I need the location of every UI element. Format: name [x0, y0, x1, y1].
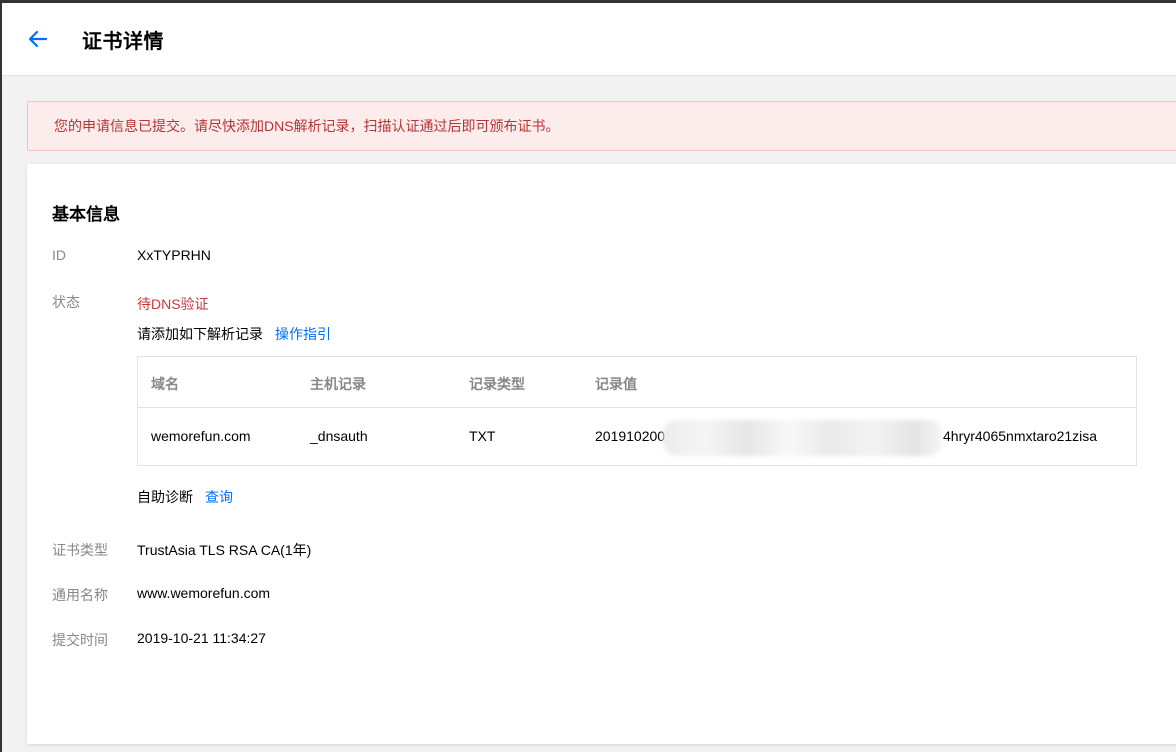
redaction-blur — [663, 420, 943, 456]
submitted-alert: 您的申请信息已提交。请尽快添加DNS解析记录，扫描认证通过后即可颁布证书。 — [27, 101, 1176, 151]
cell-value-prefix: 2019102001 — [595, 428, 673, 444]
col-domain: 域名 — [151, 376, 179, 392]
cert-type-value: TrustAsia TLS RSA CA(1年) — [137, 542, 312, 558]
self-diagnosis: 自助诊断 查询 — [137, 487, 233, 507]
section-title: 基本信息 — [52, 205, 120, 224]
cell-value-suffix: 4hryr4065nmxtaro21zisa — [943, 428, 1098, 444]
id-value: XxTYPRHN — [137, 247, 211, 263]
back-arrow-icon[interactable] — [26, 27, 50, 51]
cell-domain: wemorefun.com — [151, 428, 251, 444]
cell-type: TXT — [469, 428, 496, 444]
common-name-value: www.wemorefun.com — [137, 585, 271, 601]
col-value: 记录值 — [595, 376, 637, 392]
dns-hint-text: 请添加如下解析记录 — [137, 326, 263, 342]
page-title: 证书详情 — [82, 31, 164, 53]
status-value: 待DNS验证 — [137, 296, 209, 312]
submit-time-label: 提交时间 — [52, 632, 108, 648]
table-header: 域名 主机记录 记录类型 记录值 — [138, 357, 1136, 408]
window: 证书详情 您的申请信息已提交。请尽快添加DNS解析记录，扫描认证通过后即可颁布证… — [0, 0, 1176, 752]
id-label: ID — [52, 247, 66, 263]
cert-type-label: 证书类型 — [52, 542, 108, 558]
guide-link[interactable]: 操作指引 — [275, 326, 331, 342]
common-name-label: 通用名称 — [52, 587, 108, 603]
dns-hint: 请添加如下解析记录 操作指引 — [137, 324, 331, 344]
query-link[interactable]: 查询 — [205, 489, 233, 505]
page-header: 证书详情 — [2, 3, 1176, 76]
cell-host: _dnsauth — [310, 428, 368, 444]
dns-record-table: 域名 主机记录 记录类型 记录值 wemorefun.com _dnsauth … — [137, 356, 1137, 466]
diag-label: 自助诊断 — [137, 489, 193, 505]
status-label: 状态 — [52, 294, 80, 310]
col-host: 主机记录 — [310, 376, 366, 392]
submit-time-value: 2019-10-21 11:34:27 — [137, 630, 266, 646]
col-type: 记录类型 — [469, 376, 525, 392]
table-row: wemorefun.com _dnsauth TXT 2019102001 4h… — [138, 408, 1136, 465]
basic-info-card: 基本信息 ID XxTYPRHN 状态 待DNS验证 请添加如下解析记录 操作指引… — [27, 164, 1176, 744]
